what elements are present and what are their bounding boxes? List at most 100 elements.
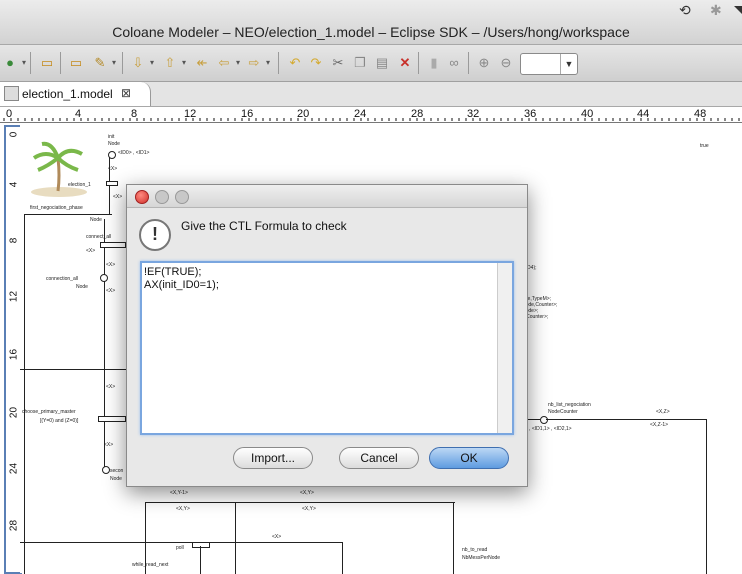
ruler-tick: 24 (354, 108, 367, 120)
open-folder-icon[interactable]: ▭ (37, 53, 57, 73)
arc-label: <X,Z-1> (650, 422, 669, 428)
ruler-tick: 8 (131, 108, 138, 120)
pen-dropdown-icon[interactable]: ▾ (104, 53, 124, 73)
new-dropdown-icon[interactable]: ▾ (14, 53, 34, 73)
transition-election[interactable] (106, 181, 118, 186)
chevron-down-icon[interactable]: ▼ (560, 54, 577, 74)
place-connection-all[interactable] (100, 274, 108, 282)
tab-election-model[interactable]: election_1.model ⊠ (0, 82, 151, 106)
transition-label: connect_all (86, 234, 112, 240)
forward-dropdown-icon[interactable]: ▾ (258, 53, 278, 73)
zoom-combo[interactable]: ▼ (520, 53, 578, 75)
horizontal-ruler: 0 4 8 12 16 20 24 28 32 36 40 44 48 (0, 108, 742, 123)
copy-icon[interactable]: ❐ (350, 53, 370, 73)
ruler-tick: 36 (524, 108, 537, 120)
ruler-tick: 4 (8, 181, 20, 188)
place-type: Node (90, 217, 102, 223)
place-type: NodeCounter (548, 409, 578, 415)
bluetooth-icon[interactable]: ✱ (710, 2, 722, 19)
place-type: Node (76, 284, 88, 290)
arc-label: <X> (108, 166, 118, 172)
wifi-icon[interactable]: ◥ (734, 2, 742, 19)
ruler-tick: 12 (8, 290, 20, 303)
arc-label: <X> (272, 534, 282, 540)
vertical-scrollbar[interactable] (497, 263, 512, 433)
place-type: NbMessPerNode (462, 555, 501, 561)
dialog-title-bar (127, 185, 527, 208)
place-nb-list[interactable] (540, 416, 548, 424)
zoom-out-icon[interactable]: ⊖ (496, 53, 516, 73)
ruler-tick: 28 (411, 108, 424, 120)
link-icon[interactable]: ∞ (444, 53, 464, 73)
arc-label: <X,Z> (656, 409, 670, 415)
transition-label: choose_primary_master (22, 409, 76, 415)
model-attribute: true (700, 143, 709, 149)
place-label: nb_list_negociation (548, 402, 591, 408)
close-icon[interactable]: ⊠ (121, 86, 131, 100)
arc-line (24, 214, 112, 215)
close-window-icon[interactable] (135, 190, 149, 204)
ruler-tick: 24 (8, 462, 20, 475)
arc-label: <X,Y> (302, 506, 316, 512)
transition-connect-all[interactable] (100, 242, 126, 248)
ruler-tick: 44 (637, 108, 650, 120)
formula-textarea[interactable]: !EF(TRUE); AX(init_ID0=1); (140, 261, 514, 435)
cut-icon[interactable]: ✂ (328, 53, 348, 73)
align-icon[interactable]: ▮ (424, 53, 444, 73)
transition-label: poll (176, 545, 184, 551)
ok-button[interactable]: OK (429, 447, 509, 469)
cancel-button[interactable]: Cancel (339, 447, 419, 469)
marking: <ID0> , <ID1> (118, 150, 150, 156)
formula-line: !EF(TRUE); (144, 266, 202, 278)
arc-label: <X> (113, 194, 123, 200)
model-file-icon (4, 86, 19, 101)
place-label: first_negociation_phase (30, 205, 83, 211)
arc-label: <X> (104, 442, 114, 448)
dialog-prompt: Give the CTL Formula to check (181, 219, 347, 233)
main-toolbar: ● ▾ ▭ ▭ ✎ ▾ ⇩ ▾ ⇧ ▾ ↞ ⇦ ▾ ⇨ ▾ ↶ ↷ ✂ ❐ ▤ … (0, 45, 742, 82)
arc-line (104, 219, 105, 469)
arc-line (24, 214, 25, 574)
time-machine-icon[interactable]: ⟲ (679, 2, 691, 19)
arc-line (342, 542, 343, 574)
arc-label: <X,Y-1> (170, 490, 188, 496)
transition-poll[interactable] (192, 542, 210, 548)
prev-annotation-dropdown-icon[interactable]: ▾ (174, 53, 194, 73)
palm-tree-icon (31, 141, 87, 197)
delete-icon[interactable]: ✕ (395, 53, 415, 73)
open-project-icon[interactable]: ▭ (66, 53, 86, 73)
ruler-tick: 28 (8, 519, 20, 532)
arc-line (546, 419, 706, 420)
transition-choose-master[interactable] (98, 416, 126, 422)
arc-label: <X,Y> (300, 490, 314, 496)
redo-icon[interactable]: ↷ (306, 53, 326, 73)
ruler-tick: 12 (184, 108, 197, 120)
ruler-ticks (3, 118, 740, 121)
arc-label: <X,Y> (176, 506, 190, 512)
ruler-tick: 40 (581, 108, 594, 120)
ruler-tick: 48 (694, 108, 707, 120)
tab-label: election_1.model (22, 87, 113, 101)
undo-icon[interactable]: ↶ (285, 53, 305, 73)
place-second[interactable] (102, 466, 110, 474)
place-init[interactable] (108, 151, 116, 159)
arc-line (235, 502, 236, 574)
last-edit-icon[interactable]: ↞ (192, 53, 212, 73)
zoom-in-icon[interactable]: ⊕ (474, 53, 494, 73)
paste-icon[interactable]: ▤ (372, 53, 392, 73)
arc-label: <X> (106, 262, 116, 268)
ruler-tick: 20 (297, 108, 310, 120)
window-title-bar: Coloane Modeler – NEO/election_1.model –… (0, 0, 742, 45)
arc-line (200, 546, 201, 574)
minimize-window-icon[interactable] (155, 190, 169, 204)
ruler-tick: 32 (467, 108, 480, 120)
import-button[interactable]: Import... (233, 447, 313, 469)
zoom-window-icon[interactable] (175, 190, 189, 204)
arc-line (20, 542, 342, 543)
ruler-tick: 16 (8, 348, 20, 361)
editor-tab-strip: election_1.model ⊠ (0, 82, 742, 107)
arc-line (145, 502, 455, 503)
next-annotation-dropdown-icon[interactable]: ▾ (142, 53, 162, 73)
arc-line (706, 419, 707, 574)
place-label: init (108, 134, 115, 140)
